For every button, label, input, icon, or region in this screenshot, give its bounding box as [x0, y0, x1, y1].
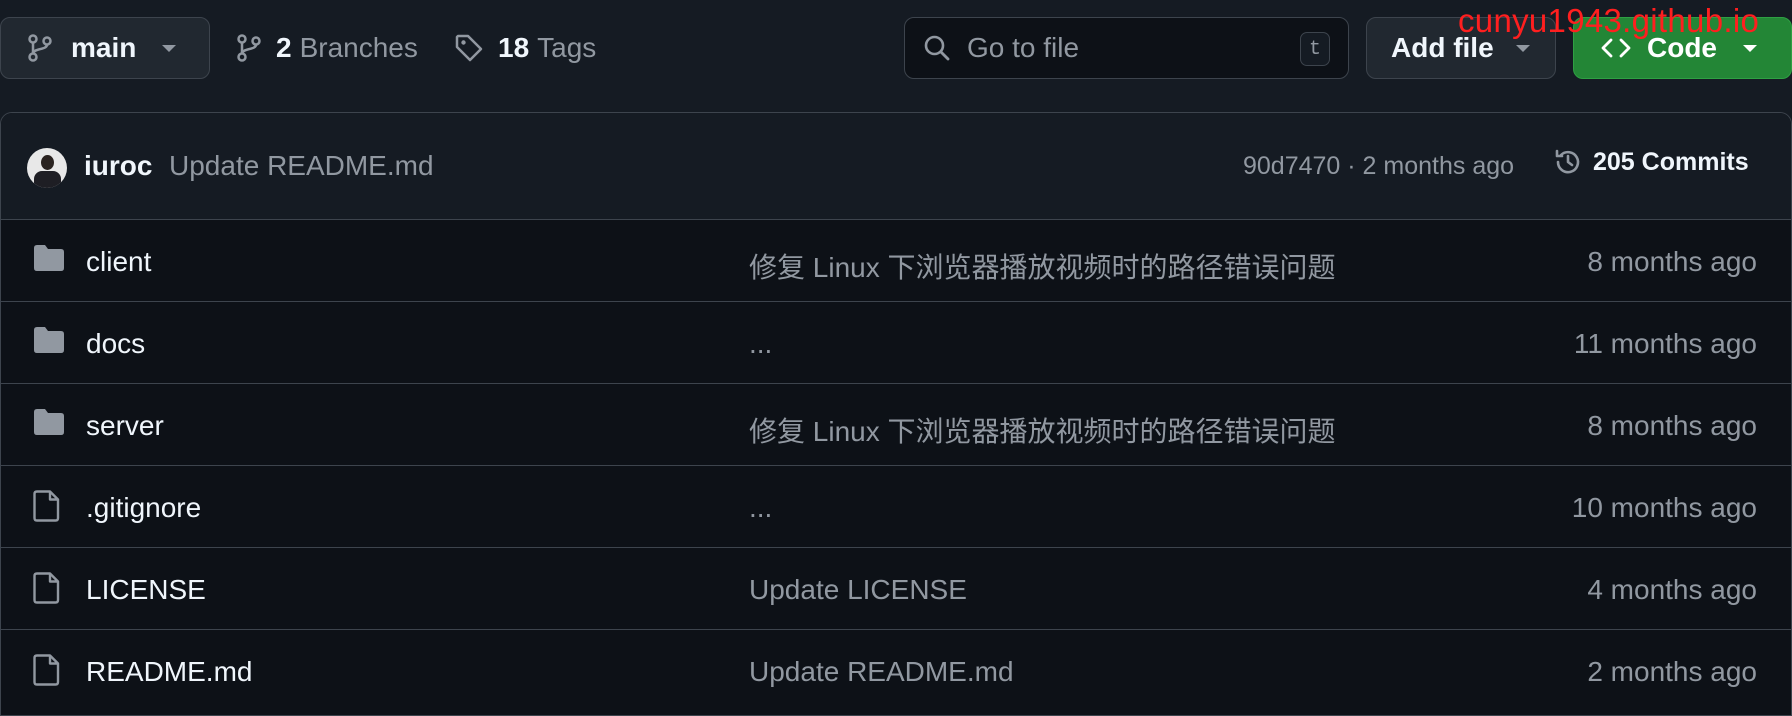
- file-icon: [33, 654, 60, 686]
- file-row[interactable]: server 修复 Linux 下浏览器播放视频时的路径错误问题 8 month…: [1, 384, 1791, 466]
- file-name[interactable]: client: [86, 246, 151, 278]
- folder-icon: [34, 409, 64, 435]
- file-name[interactable]: README.md: [86, 656, 252, 688]
- avatar[interactable]: [27, 148, 67, 188]
- file-row[interactable]: docs ... 11 months ago: [1, 302, 1791, 384]
- file-commit-date: 4 months ago: [1587, 574, 1757, 605]
- commit-sha-time[interactable]: 90d7470 · 2 months ago: [1243, 152, 1514, 181]
- file-commit-message[interactable]: Update LICENSE: [749, 574, 967, 606]
- folder-icon: [34, 245, 64, 271]
- branches-link[interactable]: 2 Branches: [236, 17, 418, 79]
- repo-toolbar: main 2 Branches 18 Tags t Add file: [0, 0, 1792, 100]
- file-commit-message[interactable]: ...: [749, 492, 772, 524]
- file-commit-date: 10 months ago: [1571, 492, 1757, 523]
- file-row[interactable]: client 修复 Linux 下浏览器播放视频时的路径错误问题 8 month…: [1, 220, 1791, 302]
- branches-label: Branches: [299, 32, 418, 63]
- file-commit-message[interactable]: 修复 Linux 下浏览器播放视频时的路径错误问题: [749, 410, 1336, 450]
- branch-selector-button[interactable]: main: [0, 17, 210, 79]
- file-name[interactable]: docs: [86, 328, 145, 360]
- branches-count: 2: [276, 32, 292, 63]
- branch-name: main: [71, 32, 137, 63]
- tags-link[interactable]: 18 Tags: [454, 17, 596, 79]
- file-browser: iuroc Update README.md 90d7470 · 2 month…: [0, 112, 1792, 716]
- commits-count: 205 Commits: [1593, 147, 1749, 176]
- git-branch-icon: [28, 34, 52, 62]
- keyboard-shortcut-hint: t: [1300, 32, 1330, 66]
- tag-icon: [455, 34, 483, 62]
- file-commit-message[interactable]: Update README.md: [749, 656, 1014, 688]
- file-commit-date: 2 months ago: [1587, 656, 1757, 687]
- tags-count: 18: [498, 32, 530, 63]
- chevron-down-icon: [1515, 44, 1530, 52]
- commit-message[interactable]: Update README.md: [169, 150, 434, 182]
- watermark: cunyu1943.github.io: [1458, 2, 1760, 39]
- file-row[interactable]: LICENSE Update LICENSE 4 months ago: [1, 548, 1791, 630]
- commit-author[interactable]: iuroc: [84, 150, 152, 182]
- latest-commit-bar: iuroc Update README.md 90d7470 · 2 month…: [1, 113, 1791, 220]
- file-name[interactable]: LICENSE: [86, 574, 206, 606]
- file-name[interactable]: .gitignore: [86, 492, 201, 524]
- file-name[interactable]: server: [86, 410, 164, 442]
- file-commit-date: 8 months ago: [1587, 410, 1757, 441]
- file-icon: [33, 572, 60, 604]
- file-commit-message[interactable]: 修复 Linux 下浏览器播放视频时的路径错误问题: [749, 246, 1336, 286]
- file-commit-date: 8 months ago: [1587, 246, 1757, 277]
- folder-icon: [34, 327, 64, 353]
- chevron-down-icon: [162, 44, 177, 52]
- file-icon: [33, 490, 60, 522]
- git-branch-icon: [237, 34, 261, 62]
- file-row[interactable]: .gitignore ... 10 months ago: [1, 466, 1791, 548]
- chevron-down-icon: [1743, 44, 1757, 52]
- file-commit-date: 11 months ago: [1573, 328, 1757, 359]
- search-icon: [924, 35, 950, 61]
- file-commit-message[interactable]: ...: [749, 328, 772, 360]
- go-to-file-search[interactable]: t: [904, 17, 1349, 79]
- file-row[interactable]: README.md Update README.md 2 months ago: [1, 630, 1791, 712]
- history-icon: [1555, 149, 1580, 174]
- tags-label: Tags: [537, 32, 597, 63]
- commits-link[interactable]: 205 Commits: [1553, 147, 1749, 177]
- search-input[interactable]: [967, 32, 1267, 64]
